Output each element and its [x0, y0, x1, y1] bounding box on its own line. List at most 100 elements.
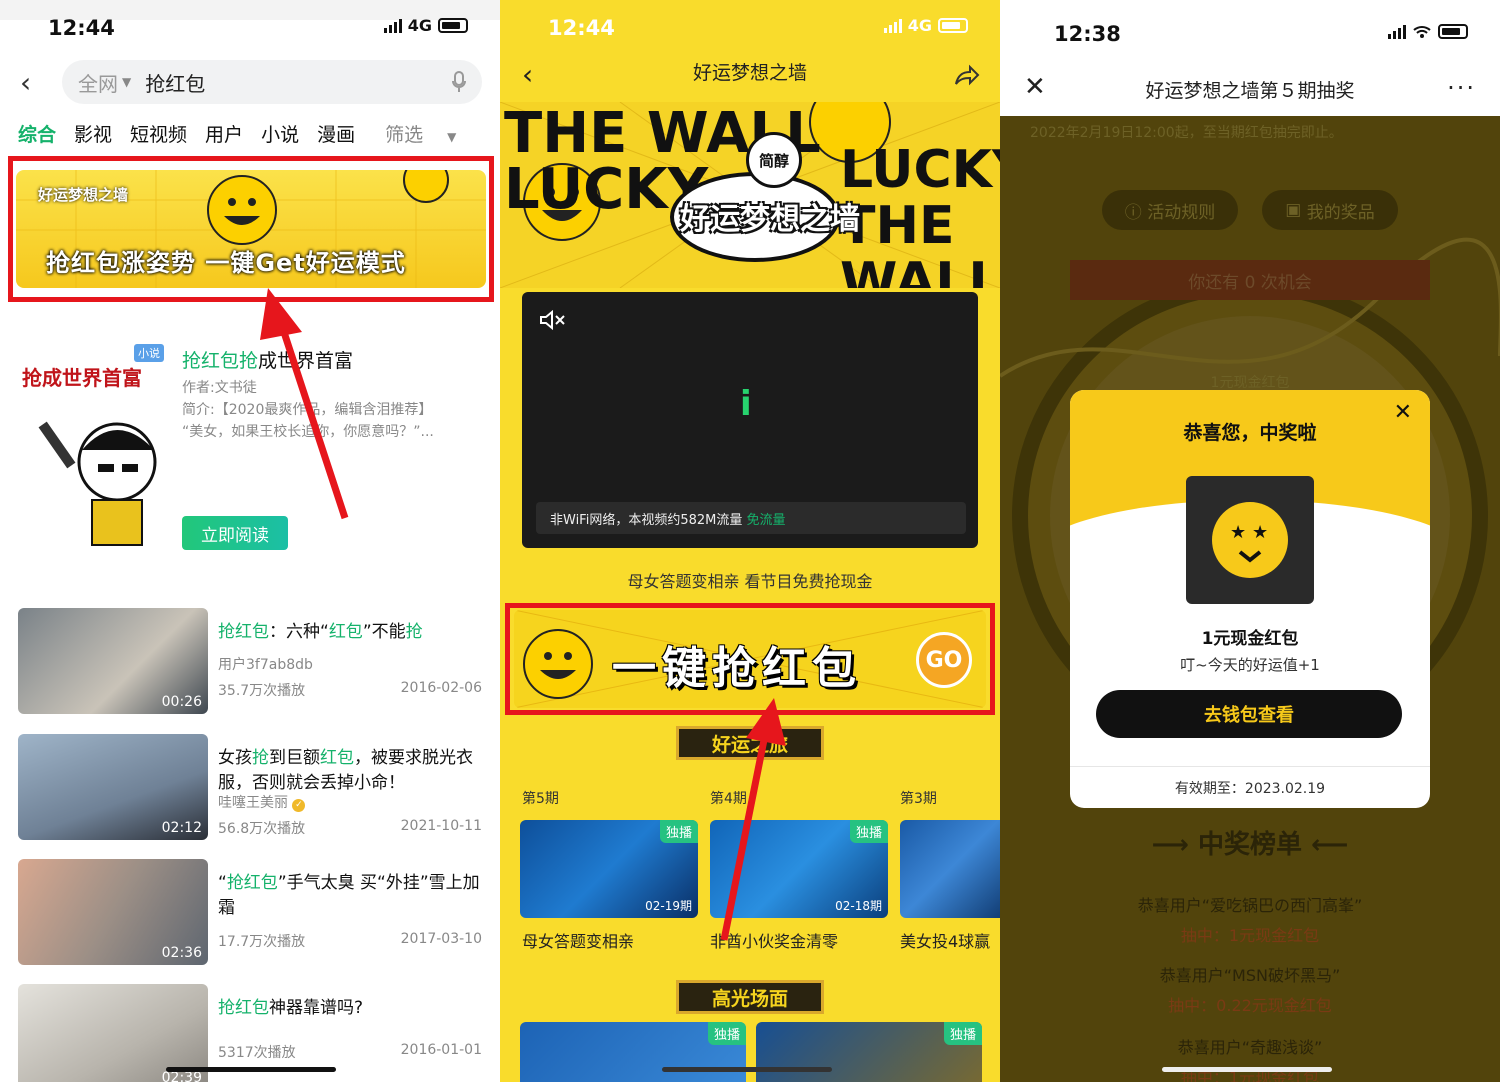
status-bar: 12:44 4G — [500, 0, 1000, 56]
red-arrow — [260, 288, 349, 520]
mute-icon[interactable] — [540, 310, 566, 330]
page-title: 好运梦想之墙 — [692, 62, 807, 84]
svg-text:★: ★ — [1230, 522, 1246, 543]
cover-title: 抢成世界首富 — [22, 366, 142, 390]
exclusive-badge: 独播 — [707, 1022, 746, 1045]
tab-all[interactable]: 综合 — [18, 120, 56, 147]
leaderboard-title: ⟶ 中奖榜单 ⟵ — [1151, 830, 1349, 860]
home-indicator — [166, 1067, 336, 1072]
video-date: 2016-01-01 — [400, 1042, 482, 1058]
exclusive-badge: 独播 — [943, 1022, 982, 1045]
verified-icon: ✓ — [292, 799, 306, 812]
search-results-screen: 12:44 4G ‹ 全网 ▼ 抢红包 综合 影视 短视频 用户 小说 漫画 筛… — [0, 0, 500, 1082]
video-player[interactable]: i 非WiFi网络，本视频约582M流量 免流量 — [522, 292, 978, 548]
wheel-prize-label: 1元现金红包 — [1210, 375, 1290, 391]
search-scope[interactable]: 全网 — [78, 68, 118, 97]
winner-prize: 抽中：0.22元现金红包 — [1168, 996, 1332, 1015]
tab-film[interactable]: 影视 — [74, 120, 112, 147]
video-title: 女孩抢到巨额红包，被要求脱光衣服，否则就会丢掉小命！ — [218, 748, 473, 793]
video-duration: 02:12 — [161, 820, 202, 836]
prize-image: ★ ★ — [1186, 476, 1314, 604]
exclusive-badge: 独播 — [659, 820, 698, 843]
filter-arrow-icon: ▼ — [447, 129, 457, 144]
episode-title: 美女投4球赢 — [900, 932, 991, 951]
video-duration: 02:36 — [161, 945, 202, 961]
category-tabs: 综合 影视 短视频 用户 小说 漫画 筛选 ▼ — [0, 118, 500, 148]
event-notice: 2022年2月19日12:00起，至当期红包抽完即止。 — [1030, 125, 1343, 141]
signal-icon — [383, 18, 402, 33]
episode-card[interactable]: 独播 02-19期 — [520, 820, 698, 918]
rules-button[interactable]: ⓘ 活动规则 — [1102, 190, 1238, 230]
red-arrow — [720, 698, 786, 941]
filter-button[interactable]: 筛选 ▼ — [367, 120, 456, 147]
battery-icon — [438, 18, 468, 33]
share-icon[interactable] — [954, 64, 980, 86]
video-thumbnail: 02:12 — [18, 734, 208, 840]
video-title: 抢红包神器靠谱吗? — [218, 998, 364, 1018]
search-query: 抢红包 — [145, 71, 206, 96]
video-title: 抢红包：六种“红包”不能抢 — [218, 622, 423, 642]
prize-name: 1元现金红包 — [1201, 629, 1299, 649]
video-author: 用户3f7ab8db — [218, 657, 313, 673]
my-prizes-button[interactable]: ▣ 我的奖品 — [1262, 190, 1398, 230]
free-data-link[interactable]: 免流量 — [747, 509, 786, 528]
highlight-card[interactable]: 独播 — [520, 1022, 746, 1082]
status-bar: 12:38 — [1000, 0, 1500, 56]
video-date: 2016-02-06 — [400, 680, 482, 696]
brand-logo: 简醇 — [746, 132, 802, 188]
loading-icon: i — [740, 384, 752, 424]
tab-comics[interactable]: 漫画 — [317, 120, 355, 147]
video-plays: 5317次播放 — [218, 1045, 296, 1061]
status-bar: 12:44 4G — [0, 0, 500, 56]
novel-cover[interactable]: 抢成世界首富 — [22, 350, 170, 550]
cartoon-illustration — [38, 421, 157, 546]
prize-modal: ✕ 恭喜您，中奖啦 ★ ★ 1元现金红包 叮~今天的好运值+1 去钱包查看 有效… — [1070, 390, 1430, 808]
exclusive-badge: 独播 — [849, 820, 888, 843]
episode-title: 母女答题变相亲 — [522, 932, 635, 951]
winner-user: 恭喜用户“MSN破坏黑马” — [1159, 966, 1341, 985]
chances-label: 你还有 0 次机会 — [1070, 260, 1430, 300]
back-icon[interactable]: ‹ — [522, 58, 533, 91]
episode-label: 第5期 — [522, 791, 559, 807]
hero-banner: THE WALLLUCKY LUCKYTHE WALL 好运梦想之墙 简醇 — [500, 102, 1000, 288]
video-title: “抢红包”手气太臭 买“外挂”雪上加霜 — [218, 873, 480, 918]
video-row[interactable]: 02:12 女孩抢到巨额红包，被要求脱光衣服，否则就会丢掉小命！ 哇噻王美丽 ✓… — [18, 734, 488, 844]
battery-icon — [938, 18, 968, 33]
signal-icon — [1388, 24, 1406, 39]
network-label: 4G — [907, 16, 932, 35]
video-row[interactable]: 00:26 抢红包：六种“红包”不能抢 用户3f7ab8db 35.7万次播放 … — [18, 608, 488, 718]
microphone-icon[interactable] — [452, 71, 466, 93]
highlight-card[interactable]: 独播 — [756, 1022, 982, 1082]
tab-short-video[interactable]: 短视频 — [130, 120, 187, 147]
winner-user: 恭喜用户“奇趣浅谈” — [1177, 1038, 1323, 1057]
video-caption: 母女答题变相亲 看节目免费抢现金 — [627, 572, 873, 591]
lucky-wall-screen: 12:44 4G ‹ 好运梦想之墙 THE WALLLUCKY LUCKYTHE… — [500, 0, 1000, 1082]
novel-badge: 小说 — [134, 344, 164, 362]
video-date: 2017-03-10 — [400, 931, 482, 947]
back-icon[interactable]: ‹ — [20, 66, 31, 99]
hero-right-text2: THE WALL — [840, 196, 1000, 288]
star-eyes-smiley-icon: ★ ★ — [1212, 502, 1288, 578]
prize-subtitle: 叮~今天的好运值+1 — [1180, 656, 1320, 674]
modal-title: 恭喜您，中奖啦 — [1183, 422, 1317, 444]
view-wallet-button[interactable]: 去钱包查看 — [1096, 690, 1402, 738]
more-icon[interactable]: ··· — [1447, 74, 1476, 102]
video-author: 哇噻王美丽 ✓ — [218, 792, 306, 812]
tab-users[interactable]: 用户 — [205, 120, 243, 147]
data-usage-notice: 非WiFi网络，本视频约582M流量 免流量 — [536, 502, 966, 534]
video-plays: 35.7万次播放 — [218, 683, 306, 699]
video-thumbnail: 02:36 — [18, 859, 208, 965]
search-input[interactable]: 全网 ▼ 抢红包 — [62, 60, 482, 104]
question-icon: ⓘ — [1124, 202, 1142, 223]
home-indicator — [662, 1067, 832, 1072]
signal-icon — [883, 18, 902, 33]
status-time: 12:38 — [1054, 22, 1121, 46]
status-time: 12:44 — [548, 16, 615, 40]
video-thumbnail: 00:26 — [18, 608, 208, 714]
tab-novels[interactable]: 小说 — [261, 120, 299, 147]
episode-card[interactable] — [900, 820, 1000, 918]
hero-logo: 好运梦想之墙 — [680, 202, 860, 237]
video-row[interactable]: 02:36 “抢红包”手气太臭 买“外挂”雪上加霜 17.7万次播放 2017-… — [18, 859, 488, 969]
chevron-down-icon: ▼ — [122, 75, 132, 89]
network-label: 4G — [407, 16, 432, 35]
